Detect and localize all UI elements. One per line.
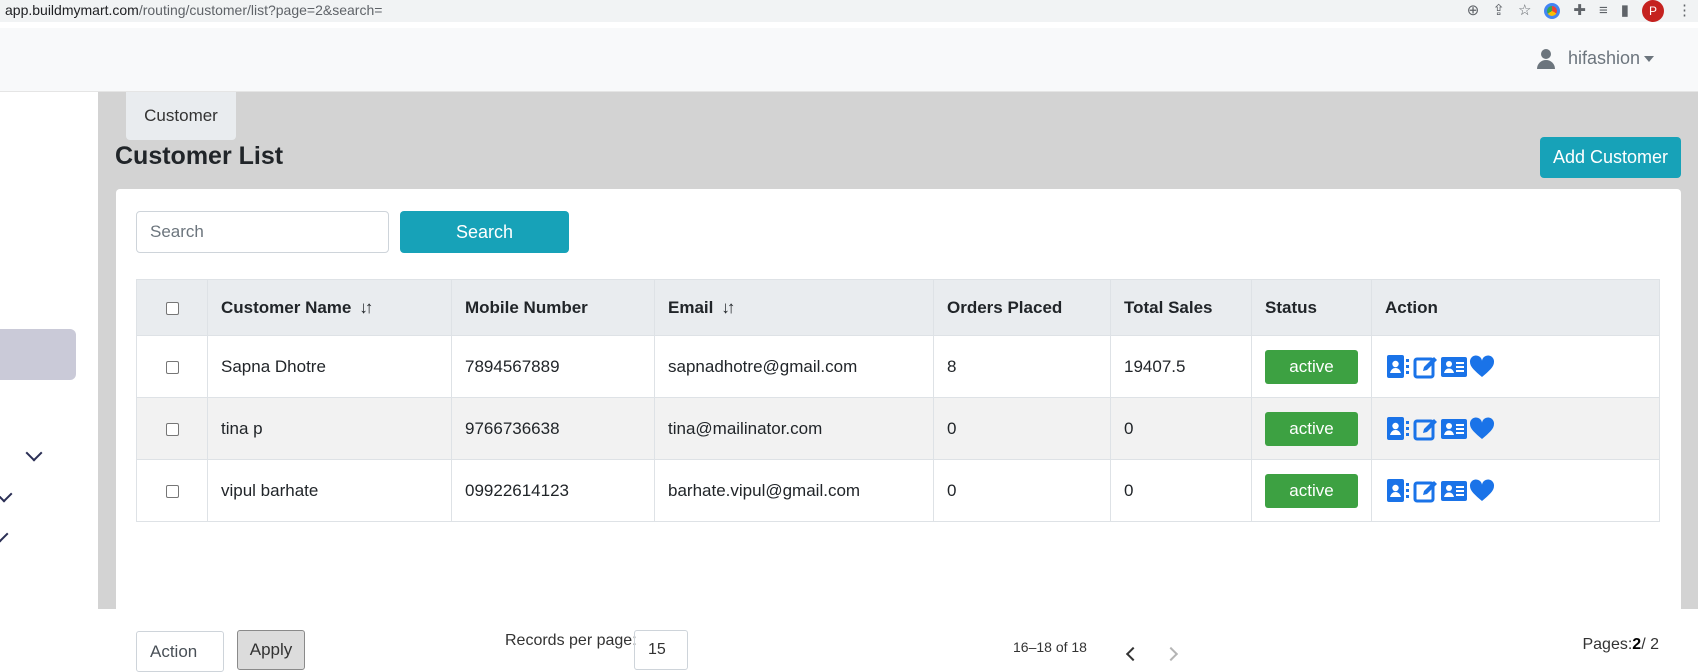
status-cell: active: [1251, 397, 1372, 460]
media-queue-icon[interactable]: ≡: [1599, 0, 1608, 22]
status-cell: active: [1251, 459, 1372, 522]
customer-table: Customer Name ↓↑ Mobile Number Email ↓↑ Or…: [136, 279, 1660, 522]
add-customer-button[interactable]: Add Customer: [1540, 137, 1681, 178]
mobile-number: 09922614123: [451, 459, 655, 522]
orders-placed: 0: [933, 397, 1111, 460]
search-button[interactable]: Search: [400, 211, 569, 253]
edit-icon[interactable]: [1413, 478, 1439, 504]
records-per-page-input[interactable]: 15: [634, 630, 688, 670]
sort-icon[interactable]: ↓↑: [721, 298, 735, 317]
user-menu[interactable]: hifashion: [1536, 48, 1654, 69]
bulk-action-select[interactable]: Action: [136, 631, 224, 672]
user-icon: [1536, 48, 1556, 69]
records-per-page-label: Records per page:: [505, 632, 637, 649]
total-sales: 19407.5: [1110, 335, 1252, 398]
chrome-extension-icon[interactable]: [1544, 3, 1561, 19]
url-text[interactable]: app.buildmymart.com/routing/customer/lis…: [5, 2, 382, 18]
breadcrumb[interactable]: Customer: [126, 92, 236, 140]
table-row[interactable]: Sapna Dhotre 7894567889 sapnadhotre@gmail.…: [136, 335, 1660, 398]
sidebar-active-item[interactable]: [0, 329, 76, 380]
app-header: hifashion: [0, 28, 1698, 92]
status-badge[interactable]: active: [1265, 411, 1358, 446]
row-select-cell: [136, 335, 208, 398]
main-content: Customer Customer List Add Customer Sear…: [98, 92, 1698, 672]
row-checkbox[interactable]: [165, 422, 179, 436]
col-mobile-number: Mobile Number: [451, 279, 655, 336]
action-cell: [1371, 335, 1660, 398]
next-page-icon[interactable]: [1163, 646, 1179, 662]
address-card-icon[interactable]: [1441, 354, 1467, 380]
email: barhate.vipul@gmail.com: [654, 459, 934, 522]
mobile-number: 7894567889: [451, 335, 655, 398]
customer-name: tina p: [207, 397, 452, 460]
page-title: Customer List: [115, 142, 284, 170]
browser-toolbar-icons: ⊕ ⇪ ☆ ✚ ≡ ▮ P ⋮: [1467, 0, 1692, 22]
email: tina@mailinator.com: [654, 397, 934, 460]
username: hifashion: [1567, 48, 1640, 68]
select-all-checkbox[interactable]: [165, 301, 179, 315]
heart-icon[interactable]: [1469, 354, 1495, 380]
action-icons: [1385, 354, 1646, 380]
select-all-cell: [136, 279, 208, 336]
pagination-range: 16–18 of 18: [1013, 639, 1087, 655]
row-select-cell: [136, 459, 208, 522]
address-card-icon[interactable]: [1441, 478, 1467, 504]
extensions-puzzle-icon[interactable]: ✚: [1573, 0, 1586, 22]
previous-page-icon[interactable]: [1125, 646, 1141, 662]
row-checkbox[interactable]: [165, 360, 179, 374]
apply-button[interactable]: Apply: [237, 630, 305, 670]
customer-name: vipul barhate: [207, 459, 452, 522]
address-card-icon[interactable]: [1441, 416, 1467, 442]
action-cell: [1371, 459, 1660, 522]
row-checkbox[interactable]: [165, 484, 179, 498]
chevron-down-icon[interactable]: [0, 525, 9, 543]
status-badge[interactable]: active: [1265, 473, 1358, 508]
side-panel-icon[interactable]: ▮: [1621, 0, 1629, 22]
chevron-down-icon[interactable]: [25, 444, 43, 462]
edit-icon[interactable]: [1413, 354, 1439, 380]
browser-menu-icon[interactable]: ⋮: [1677, 0, 1692, 22]
orders-placed: 0: [933, 459, 1111, 522]
table-header-row: Customer Name ↓↑ Mobile Number Email ↓↑ Or…: [136, 279, 1660, 336]
caret-down-icon: [1644, 55, 1654, 62]
total-sales: 0: [1110, 397, 1252, 460]
col-action: Action: [1371, 279, 1660, 336]
status-cell: active: [1251, 335, 1372, 398]
col-total-sales: Total Sales: [1110, 279, 1252, 336]
col-orders-placed: Orders Placed: [933, 279, 1111, 336]
table-row[interactable]: tina p 9766736638 tina@mailinator.com 0 0 act…: [136, 397, 1660, 460]
col-status: Status: [1251, 279, 1372, 336]
customer-name: Sapna Dhotre: [207, 335, 452, 398]
orders-placed: 8: [933, 335, 1111, 398]
mobile-number: 9766736638: [451, 397, 655, 460]
table-row[interactable]: vipul barhate 09922614123 barhate.vipul@gm…: [136, 459, 1660, 522]
sidebar: [0, 92, 98, 609]
sort-icon[interactable]: ↓↑: [359, 298, 373, 317]
status-badge[interactable]: active: [1265, 349, 1358, 384]
total-sales: 0: [1110, 459, 1252, 522]
current-page: 2: [1632, 636, 1642, 653]
edit-icon[interactable]: [1413, 416, 1439, 442]
row-select-cell: [136, 397, 208, 460]
contact-card-icon[interactable]: [1385, 478, 1411, 504]
contact-card-icon[interactable]: [1385, 416, 1411, 442]
share-icon[interactable]: ⇪: [1492, 0, 1505, 22]
chevron-down-icon[interactable]: [0, 485, 13, 503]
customer-card: Search Customer Name↓↑ Mobile Number Ema…: [116, 189, 1681, 672]
action-icons: [1385, 478, 1646, 504]
col-email[interactable]: Email ↓↑: [654, 279, 934, 336]
heart-icon[interactable]: [1469, 478, 1495, 504]
heart-icon[interactable]: [1469, 416, 1495, 442]
action-cell: [1371, 397, 1660, 460]
search-input[interactable]: [136, 211, 389, 253]
pages-indicator: Pages:2/ 2: [1582, 636, 1659, 653]
zoom-icon[interactable]: ⊕: [1467, 0, 1480, 22]
contact-card-icon[interactable]: [1385, 354, 1411, 380]
browser-address-bar: app.buildmymart.com/routing/customer/lis…: [0, 0, 1698, 22]
col-customer-name[interactable]: Customer Name ↓↑: [207, 279, 452, 336]
bookmark-star-icon[interactable]: ☆: [1518, 0, 1531, 22]
action-icons: [1385, 416, 1646, 442]
profile-avatar[interactable]: P: [1642, 0, 1664, 22]
email: sapnadhotre@gmail.com: [654, 335, 934, 398]
